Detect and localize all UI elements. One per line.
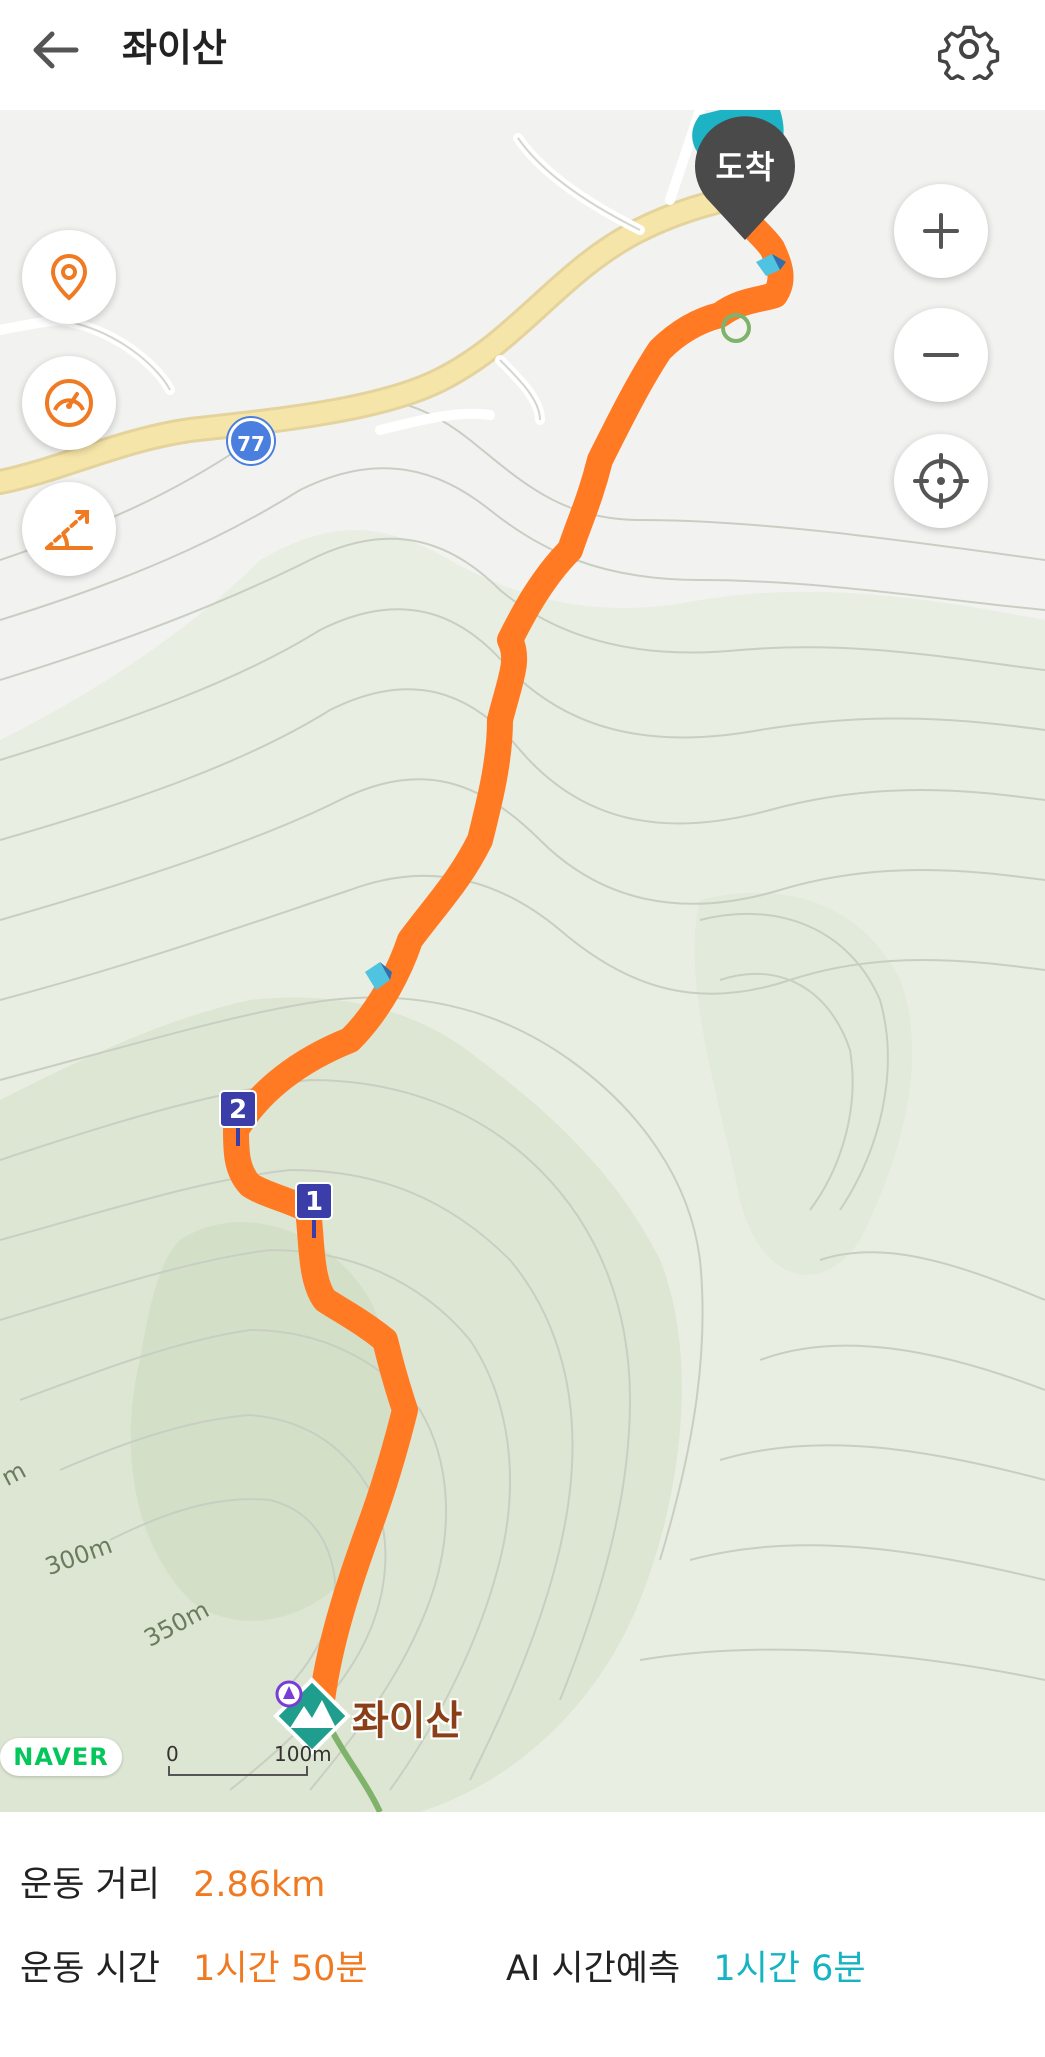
- waypoint-marker[interactable]: 1: [295, 1182, 333, 1220]
- plus-icon: [923, 213, 959, 249]
- scale-zero-label: 0: [166, 1742, 179, 1766]
- exercise-stats-panel: 운동 거리 2.86km 운동 시간 1시간 50분 AI 시간예측 1시간 6…: [0, 1812, 1045, 2057]
- ai-estimate-value: 1시간 6분: [713, 1949, 866, 1989]
- map-scale-bar: 0 100m: [166, 1742, 332, 1786]
- arrival-label: 도착: [715, 148, 775, 186]
- crosshair-icon: [913, 453, 969, 509]
- scale-max-label: 100m: [274, 1742, 332, 1766]
- speedometer-icon: [45, 379, 93, 427]
- zoom-out-button[interactable]: [894, 308, 988, 402]
- time-row: 운동 시간 1시간 50분: [20, 1940, 368, 1991]
- my-location-button[interactable]: [894, 434, 988, 528]
- gear-icon[interactable]: [937, 18, 1000, 87]
- scale-line: [168, 1766, 308, 1776]
- waypoint-marker[interactable]: 2: [219, 1090, 257, 1128]
- back-arrow-icon[interactable]: [26, 22, 86, 78]
- distance-row: 운동 거리 2.86km: [20, 1856, 325, 1907]
- time-label: 운동 시간: [20, 1949, 160, 1989]
- road-number-badge: 77: [228, 418, 274, 464]
- minus-icon: [923, 353, 959, 357]
- slope-button[interactable]: [22, 482, 116, 576]
- peak-name-label[interactable]: 좌이산: [352, 1688, 462, 1746]
- zoom-in-button[interactable]: [894, 184, 988, 278]
- waypoint-stem: [236, 1128, 240, 1146]
- ai-estimate-label: AI 시간예측: [506, 1949, 681, 1989]
- page-title: 좌이산: [122, 26, 227, 70]
- location-pin-button[interactable]: [22, 230, 116, 324]
- location-pin-icon: [50, 253, 88, 301]
- speed-button[interactable]: [22, 356, 116, 450]
- map-canvas: [0, 110, 1045, 1812]
- hiking-map[interactable]: 77 도착 2 1 300m 350m m 좌이산 NAVER 0 100m: [0, 110, 1045, 1812]
- ai-estimate-row: AI 시간예측 1시간 6분: [506, 1940, 866, 1991]
- distance-label: 운동 거리: [20, 1865, 160, 1905]
- slope-angle-icon: [45, 510, 93, 550]
- time-value: 1시간 50분: [193, 1949, 368, 1989]
- top-app-bar: 좌이산: [0, 0, 1045, 110]
- naver-logo: NAVER: [0, 1738, 122, 1776]
- distance-value: 2.86km: [193, 1865, 326, 1905]
- waypoint-stem: [312, 1220, 316, 1238]
